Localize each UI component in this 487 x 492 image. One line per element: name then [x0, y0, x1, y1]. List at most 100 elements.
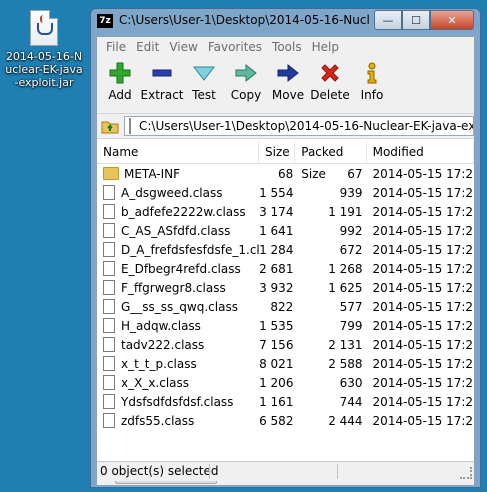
name-cell: G__ss_ss_qwq.class [97, 299, 259, 314]
table-row[interactable]: H_adqw.class 1 535 799 2014-05-15 17:21 [97, 316, 474, 335]
packed-size-cell: 630 [339, 375, 363, 390]
close-button[interactable]: ✕ [430, 10, 474, 30]
packed-size-cell: 67 [347, 166, 363, 181]
column-modified[interactable]: Modified [367, 141, 474, 163]
menu-view[interactable]: View [164, 40, 202, 54]
size-cell: 7 156 [259, 337, 294, 352]
table-row[interactable]: D_A_frefdsfesfdsfe_1.class1 284 672 2014-0… [97, 240, 474, 259]
status-divider [209, 464, 210, 479]
name-cell: zdfs55.class [97, 413, 259, 428]
modified-cell: 2014-05-15 17:21 [372, 299, 474, 314]
table-row[interactable]: zdfs55.class 6 582 2 444 2014-05-15 17:21 [97, 411, 474, 430]
size-cell: 3 174 [259, 204, 294, 219]
table-row[interactable]: A_dsgweed.class 1 554 939 2014-05-15 17:21 [97, 183, 474, 202]
column-size[interactable]: Size [259, 141, 296, 163]
modified-cell: 2014-05-15 17:21 [372, 204, 474, 219]
file-icon [103, 223, 115, 238]
table-row[interactable]: C_AS_ASfdfd.class 1 641 992 2014-05-15 17:2… [97, 221, 474, 240]
file-name: H_adqw.class [121, 318, 201, 333]
file-icon [103, 280, 115, 295]
name-cell: H_adqw.class [97, 318, 259, 333]
size-cell: 1 554 [259, 185, 294, 200]
move-label: Move [271, 88, 305, 102]
size-cell: 3 932 [259, 280, 294, 295]
file-name: tadv222.class [121, 337, 205, 352]
packed-size-cell: 672 [339, 242, 363, 257]
copy-arrow-icon [234, 61, 258, 85]
modified-cell: 2014-05-15 17:21 [372, 413, 474, 428]
packed-size-cell: 992 [339, 223, 363, 238]
size-cell: 1 535 [259, 318, 294, 333]
copy-label: Copy [230, 88, 262, 102]
path-input[interactable]: C:\Users\User-1\Desktop\2014-05-16-Nucle… [124, 116, 474, 136]
desktop-file-icon[interactable]: 2014-05-16-Nuclear-EK-java-exploit.jar [4, 10, 84, 89]
column-name[interactable]: Name [97, 141, 259, 163]
file-name: META-INF [124, 166, 181, 181]
desktop-file-label: 2014-05-16-Nuclear-EK-java-exploit.jar [5, 50, 83, 89]
add-button[interactable]: Add [99, 57, 141, 113]
size-cell: 1 284 [259, 242, 294, 257]
delete-x-icon [318, 61, 342, 85]
title-bar[interactable]: 7z C:\Users\User-1\Desktop\2014-05-16-Nu… [91, 9, 480, 33]
packed-size-cell: 939 [339, 185, 363, 200]
app-icon: 7z [97, 14, 113, 28]
packed-size-cell: 1 625 [328, 280, 363, 295]
extract-button[interactable]: Extract [141, 57, 184, 113]
window-client: File Edit View Favorites Tools Help Add … [96, 36, 475, 485]
minimize-button[interactable]: — [374, 10, 402, 30]
resize-grip[interactable] [460, 467, 472, 479]
table-row[interactable]: x_t_t_p.class 8 021 2 588 2014-05-15 17:21 [97, 354, 474, 373]
modified-cell: 2014-05-15 17:21 [372, 394, 474, 409]
file-icon [103, 185, 115, 200]
test-label: Test [192, 88, 216, 102]
menu-edit[interactable]: Edit [131, 40, 164, 54]
file-name: zdfs55.class [121, 413, 195, 428]
modified-cell: 2014-05-15 17:21 [372, 318, 474, 333]
modified-cell: 2014-05-15 17:21 [372, 356, 474, 371]
path-text: C:\Users\User-1\Desktop\2014-05-16-Nucle… [139, 119, 474, 133]
menu-tools[interactable]: Tools [267, 40, 307, 54]
size-cell: 1 206 [259, 375, 294, 390]
check-icon [192, 61, 216, 85]
file-list: Name Size Packed Size Modified META-INF 6… [97, 141, 474, 467]
move-button[interactable]: Move [267, 57, 309, 113]
copy-button[interactable]: Copy [225, 57, 267, 113]
packed-size-cell: 577 [339, 299, 363, 314]
info-button[interactable]: Info [351, 57, 393, 113]
file-name: F_ffgrwegr8.class [121, 280, 226, 295]
test-button[interactable]: Test [183, 57, 225, 113]
table-row[interactable]: META-INF 68 67 2014-05-15 17:21 [97, 164, 474, 183]
address-bar: C:\Users\User-1\Desktop\2014-05-16-Nucle… [97, 114, 474, 139]
table-row[interactable]: x_X_x.class 1 206 630 2014-05-15 17:21 [97, 373, 474, 392]
table-row[interactable]: Ydsfsdfdsfdsf.class 1 161 744 2014-05-15 17… [97, 392, 474, 411]
menu-favorites[interactable]: Favorites [203, 40, 267, 54]
table-row[interactable]: b_adfefe2222w.class 3 174 1 191 2014-05-15 … [97, 202, 474, 221]
file-name: C_AS_ASfdfd.class [121, 223, 231, 238]
file-icon [103, 337, 115, 352]
maximize-button[interactable]: ☐ [402, 10, 430, 30]
packed-size-cell: 2 444 [328, 413, 363, 428]
file-name: x_t_t_p.class [121, 356, 197, 371]
packed-size-cell: 1 191 [328, 204, 363, 219]
size-cell: 1 641 [259, 223, 294, 238]
file-name: x_X_x.class [121, 375, 190, 390]
file-name: Ydsfsdfdsfdsf.class [121, 394, 234, 409]
table-row[interactable]: E_Dfbegr4refd.class 2 681 1 268 2014-05-15 … [97, 259, 474, 278]
file-name: A_dsgweed.class [121, 185, 223, 200]
menu-file[interactable]: File [101, 40, 131, 54]
modified-cell: 2014-05-15 17:21 [372, 261, 474, 276]
table-row[interactable]: F_ffgrwegr8.class 3 932 1 625 2014-05-15 17… [97, 278, 474, 297]
folder-up-button[interactable] [100, 117, 120, 135]
delete-button[interactable]: Delete [309, 57, 351, 113]
delete-label: Delete [310, 88, 350, 102]
size-cell: 1 161 [259, 394, 294, 409]
column-packed-size[interactable]: Packed Size [295, 141, 367, 181]
info-label: Info [360, 88, 384, 102]
menu-help[interactable]: Help [307, 40, 344, 54]
table-row[interactable]: tadv222.class 7 156 2 131 2014-05-15 17:21 [97, 335, 474, 354]
name-cell: b_adfefe2222w.class [97, 204, 259, 219]
table-row[interactable]: G__ss_ss_qwq.class 822 577 2014-05-15 17:21 [97, 297, 474, 316]
file-icon [129, 118, 131, 134]
size-cell: 822 [270, 299, 294, 314]
name-cell: A_dsgweed.class [97, 185, 259, 200]
